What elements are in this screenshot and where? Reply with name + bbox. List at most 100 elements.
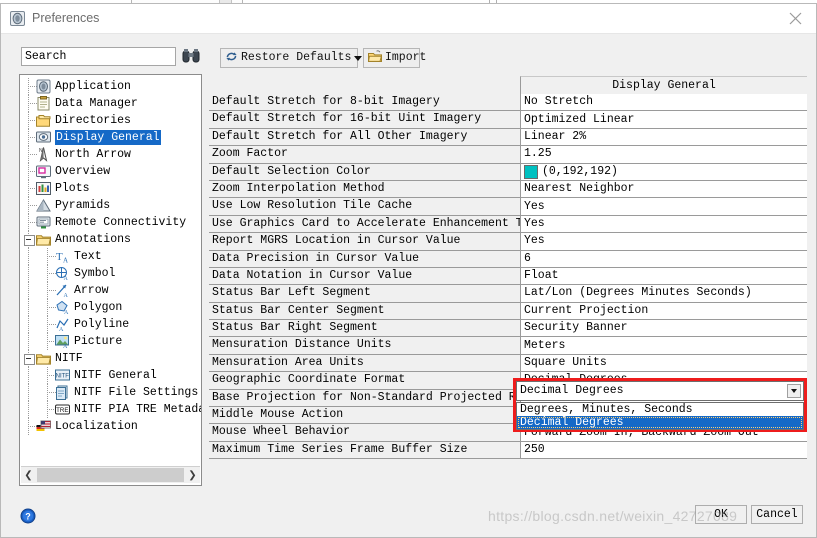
svg-text:A: A [63,257,68,265]
picture-annotation-icon: A [55,334,70,350]
tree-horizontal-scrollbar[interactable]: ❮ ❯ [21,466,200,483]
tree-list: Application Data Manager Directories Displa… [20,78,201,435]
arrow-annotation-icon: A [55,283,70,299]
sidebar-item-data-manager[interactable]: Data Manager [20,95,201,112]
sidebar-item-label: NITF File Settings [74,386,199,399]
application-icon [36,79,51,94]
sidebar-item-picture[interactable]: A Picture [20,333,201,350]
setting-label: Geographic Coordinate Format [209,372,520,390]
sidebar-item-display-general[interactable]: Display General [20,129,201,146]
table-row: Data Notation in Cursor Value Float [209,267,807,286]
sidebar-item-nitf[interactable]: NITF [20,350,201,367]
setting-value[interactable]: Lat/Lon (Degrees Minutes Seconds) [520,285,807,303]
coordinate-format-combobox[interactable]: Decimal Degrees [516,381,804,401]
sidebar-item-text[interactable]: T A Text [20,248,201,265]
tree-expander-collapse-icon[interactable] [24,354,35,365]
setting-value[interactable]: 6 [520,250,807,268]
preferences-tree[interactable]: Application Data Manager Directories Displa… [19,74,202,486]
setting-value[interactable]: 1.25 [520,146,807,164]
sidebar-item-remote-connectivity[interactable]: Remote Connectivity [20,214,201,231]
table-row: Use Graphics Card to Accelerate Enhancem… [209,215,807,234]
table-row: Zoom Factor 1.25 [209,146,807,164]
setting-value[interactable]: 250 [520,441,807,460]
chevron-down-icon[interactable] [354,55,363,61]
setting-value-text: (0,192,192) [542,164,618,178]
setting-label: Mensuration Area Units [209,354,520,373]
sidebar-item-arrow[interactable]: A Arrow [20,282,201,299]
folders-icon [36,113,51,128]
sidebar-item-north-arrow[interactable]: N North Arrow [20,146,201,163]
setting-value[interactable]: No Stretch [520,94,807,112]
setting-value[interactable]: Yes [520,198,807,216]
sidebar-item-nitf-pia-tre-metadata[interactable]: TRE NITF PIA TRE Metadata [20,401,201,418]
sidebar-item-label: NITF General [74,369,157,382]
svg-text:?: ? [25,512,31,522]
combobox-option[interactable]: Decimal Degrees [517,416,803,429]
setting-label: Status Bar Center Segment [209,302,520,321]
svg-text:NITF: NITF [56,374,70,380]
svg-text:A: A [64,310,69,315]
tree-guide [28,282,30,299]
setting-label: Use Graphics Card to Accelerate Enhancem… [209,215,520,234]
setting-value[interactable]: Meters [520,337,807,355]
setting-value[interactable]: Optimized Linear [520,111,807,129]
sidebar-item-label: Polygon [74,301,123,314]
sidebar-item-localization[interactable]: Localization [20,418,201,435]
setting-value[interactable]: Security Banner [520,320,807,338]
combobox-option[interactable]: Degrees, Minutes, Seconds [517,403,803,416]
sidebar-item-label: Remote Connectivity [55,216,187,229]
setting-value[interactable]: Yes [520,233,807,251]
tree-expander-collapse-icon[interactable] [24,235,35,246]
polygon-annotation-icon: A [55,300,70,316]
chevron-down-icon[interactable] [787,384,801,398]
table-row: Status Bar Right Segment Security Banner [209,320,807,338]
setting-label: Zoom Factor [209,146,520,164]
sidebar-item-overview[interactable]: Overview [20,163,201,180]
sidebar-item-annotations[interactable]: Annotations [20,231,201,248]
cancel-button[interactable]: Cancel [751,505,803,524]
setting-label: Default Stretch for 16-bit Uint Imagery [209,111,520,129]
import-label: Import [385,51,427,64]
import-button[interactable]: Import [363,48,426,68]
sidebar-item-plots[interactable]: Plots [20,180,201,197]
setting-value[interactable]: Float [520,267,807,286]
chevron-right-icon[interactable]: ❯ [185,468,200,483]
sidebar-item-nitf-general[interactable]: NITF NITF General [20,367,201,384]
sidebar-item-polyline[interactable]: A Polyline [20,316,201,333]
setting-value[interactable]: Yes [520,215,807,234]
sidebar-item-label: Text [74,250,102,263]
binoculars-icon[interactable] [182,48,200,65]
sidebar-item-application[interactable]: Application [20,78,201,95]
table-row: Zoom Interpolation Method Nearest Neighbo… [209,180,807,199]
sidebar-item-symbol[interactable]: A Symbol [20,265,201,282]
setting-label: Mensuration Distance Units [209,337,520,355]
close-icon[interactable] [782,8,808,30]
symbol-annotation-icon: A [55,266,70,282]
setting-value[interactable]: (0,192,192) [520,163,807,181]
setting-value[interactable]: Nearest Neighbor [520,180,807,199]
sidebar-item-nitf-file-settings[interactable]: NITF File Settings [20,384,201,401]
sidebar-item-directories[interactable]: Directories [20,112,201,129]
restore-defaults-label: Restore Defaults [241,51,352,64]
scrollbar-thumb[interactable] [37,468,184,482]
nitf-icon: NITF [55,368,70,383]
sidebar-item-pyramids[interactable]: Pyramids [20,197,201,214]
ok-button[interactable]: OK [695,505,747,524]
preferences-dialog: Preferences Restore Defa [0,3,817,538]
setting-label: Use Low Resolution Tile Cache [209,198,520,216]
color-swatch[interactable] [524,164,538,179]
search-input[interactable] [21,47,176,66]
svg-text:T: T [56,251,63,263]
combobox-option-list[interactable]: Degrees, Minutes, Seconds Decimal Degrees [516,402,804,430]
table-row: Mensuration Distance Units Meters [209,337,807,355]
setting-value[interactable]: Linear 2% [520,128,807,147]
chevron-left-icon[interactable]: ❮ [21,468,36,483]
setting-value[interactable]: Current Projection [520,302,807,321]
table-row: Status Bar Left Segment Lat/Lon (Degrees … [209,285,807,303]
setting-value[interactable]: Square Units [520,354,807,373]
restore-defaults-button[interactable]: Restore Defaults [220,48,363,68]
sidebar-item-polygon[interactable]: A Polygon [20,299,201,316]
tree-guide [28,265,30,282]
nitf-file-icon [55,385,70,400]
help-icon[interactable]: ? [20,508,36,524]
